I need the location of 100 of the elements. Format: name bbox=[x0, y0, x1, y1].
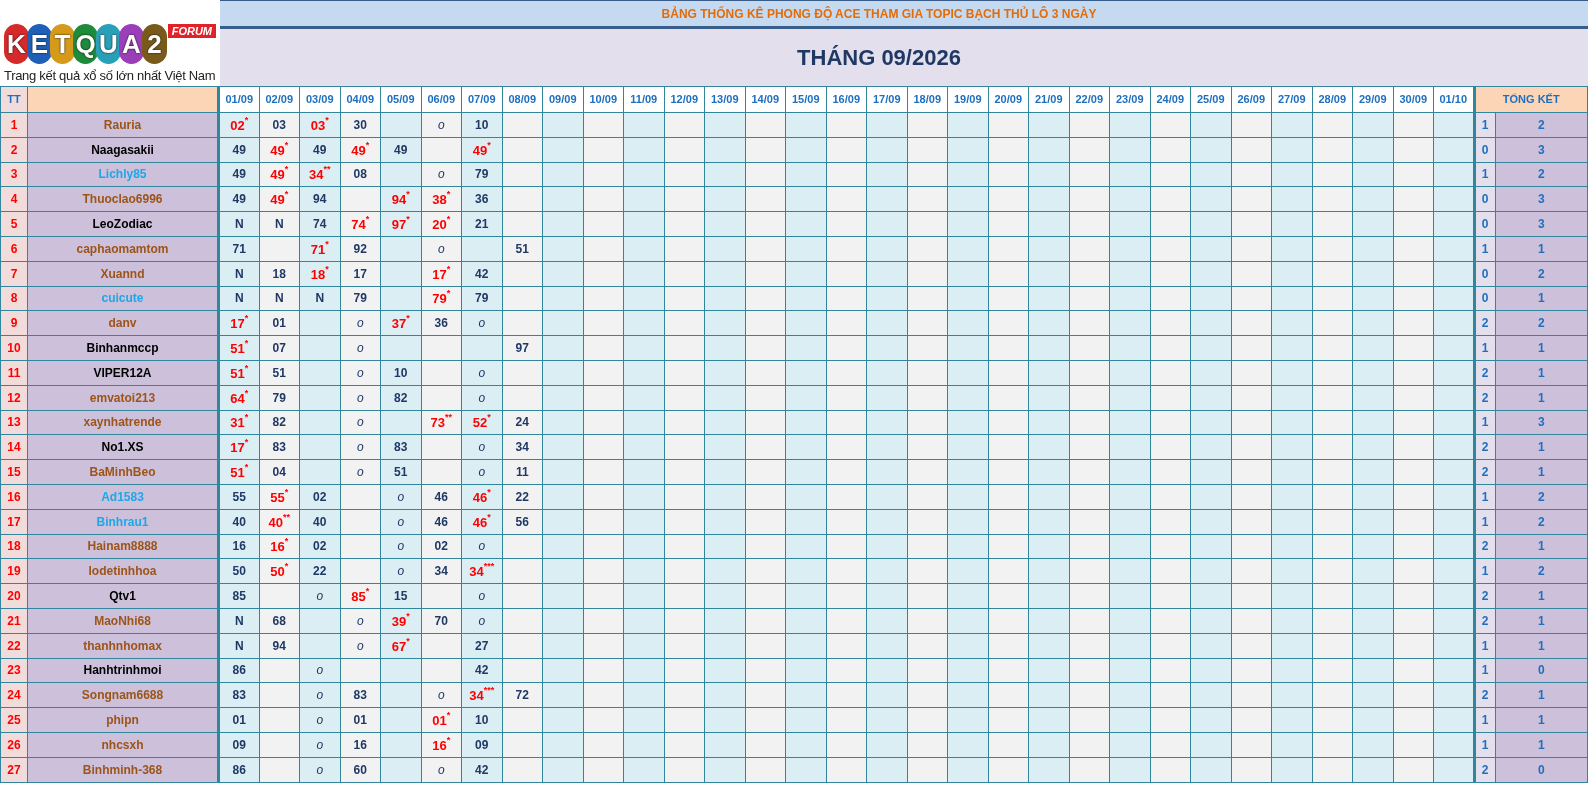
summary-cell: 0 bbox=[1474, 211, 1495, 237]
column-header: 02/09 bbox=[259, 86, 300, 113]
column-header: 18/09 bbox=[907, 86, 948, 113]
player-name: Qtv1 bbox=[27, 583, 219, 609]
summary-cell: 2 bbox=[1495, 162, 1588, 187]
summary-cell: 1 bbox=[1474, 236, 1495, 262]
summary-cell: 3 bbox=[1495, 410, 1588, 435]
summary-cell: 1 bbox=[1474, 707, 1495, 733]
column-header: 30/09 bbox=[1393, 86, 1434, 113]
player-name: VIPER12A bbox=[27, 360, 219, 386]
summary-cell: 2 bbox=[1495, 310, 1588, 336]
summary-cell: 2 bbox=[1474, 385, 1495, 411]
column-header: 28/09 bbox=[1312, 86, 1353, 113]
column-header: 20/09 bbox=[988, 86, 1029, 113]
column-header: 03/09 bbox=[299, 86, 340, 113]
player-name: Lichly85 bbox=[27, 162, 219, 187]
row-number: 24 bbox=[0, 682, 28, 708]
row-number: 22 bbox=[0, 633, 28, 659]
logo: K E T QU A 2 bbox=[4, 24, 165, 64]
column-header: 10/09 bbox=[583, 86, 624, 113]
summary-cell: 1 bbox=[1495, 459, 1588, 485]
summary-cell: 1 bbox=[1495, 534, 1588, 559]
summary-cell: 1 bbox=[1495, 682, 1588, 708]
player-name: xaynhatrende bbox=[27, 410, 219, 435]
summary-cell: 2 bbox=[1474, 459, 1495, 485]
row-number: 6 bbox=[0, 236, 28, 262]
summary-cell: 1 bbox=[1495, 707, 1588, 733]
summary-cell: 1 bbox=[1474, 732, 1495, 758]
row-number: 3 bbox=[0, 162, 28, 187]
summary-cell: 2 bbox=[1474, 583, 1495, 609]
row-number: 5 bbox=[0, 211, 28, 237]
summary-cell: 0 bbox=[1474, 137, 1495, 163]
row-number: 17 bbox=[0, 509, 28, 535]
player-name: Binhrau1 bbox=[27, 509, 219, 535]
row-number: 12 bbox=[0, 385, 28, 411]
player-name: Binhminh-368 bbox=[27, 757, 219, 782]
summary-cell: 1 bbox=[1474, 633, 1495, 659]
column-header: 29/09 bbox=[1352, 86, 1393, 113]
player-name: Rauria bbox=[27, 112, 219, 138]
summary-cell: 1 bbox=[1495, 583, 1588, 609]
column-header: TỔNG KẾT bbox=[1474, 86, 1588, 113]
summary-cell: 2 bbox=[1495, 112, 1588, 138]
row-number: 10 bbox=[0, 335, 28, 361]
column-header: 27/09 bbox=[1271, 86, 1312, 113]
row-number: 27 bbox=[0, 757, 28, 782]
row-number: 14 bbox=[0, 434, 28, 460]
row-number: 2 bbox=[0, 137, 28, 163]
row-number: 9 bbox=[0, 310, 28, 336]
column-header: 24/09 bbox=[1150, 86, 1191, 113]
summary-cell: 1 bbox=[1474, 335, 1495, 361]
column-header: 01/10 bbox=[1433, 86, 1474, 113]
summary-cell: 1 bbox=[1495, 236, 1588, 262]
player-name: BaMinhBeo bbox=[27, 459, 219, 485]
column-header: 17/09 bbox=[866, 86, 907, 113]
player-name: cuicute bbox=[27, 286, 219, 311]
summary-cell: 3 bbox=[1495, 211, 1588, 237]
forum-badge: FORUM bbox=[167, 24, 216, 38]
player-name: Songnam6688 bbox=[27, 682, 219, 708]
summary-cell: 1 bbox=[1495, 434, 1588, 460]
column-header: 14/09 bbox=[745, 86, 786, 113]
column-header: TT bbox=[0, 86, 28, 113]
column-header: 22/09 bbox=[1069, 86, 1110, 113]
summary-cell: 3 bbox=[1495, 186, 1588, 212]
summary-cell: 1 bbox=[1474, 658, 1495, 683]
column-header: 09/09 bbox=[542, 86, 583, 113]
summary-cell: 2 bbox=[1474, 310, 1495, 336]
summary-cell: 0 bbox=[1495, 757, 1588, 782]
column-header: 26/09 bbox=[1231, 86, 1272, 113]
summary-cell: 0 bbox=[1474, 261, 1495, 287]
month-heading: THÁNG 09/2026 bbox=[220, 29, 1588, 86]
row-number: 16 bbox=[0, 484, 28, 510]
title-banner: BẢNG THỐNG KÊ PHONG ĐỘ ACE THAM GIA TOPIC BẠCH THỦ LÔ 3 NGÀY bbox=[220, 1, 1588, 29]
player-name: Naagasakii bbox=[27, 137, 219, 163]
column-header: 25/09 bbox=[1190, 86, 1231, 113]
column-header: 15/09 bbox=[785, 86, 826, 113]
summary-cell: 1 bbox=[1474, 410, 1495, 435]
column-header: 12/09 bbox=[664, 86, 705, 113]
summary-cell: 1 bbox=[1495, 732, 1588, 758]
tagline: Trang kết quả xổ số lớn nhất Việt Nam bbox=[4, 68, 216, 84]
column-header: 05/09 bbox=[380, 86, 421, 113]
summary-cell: 2 bbox=[1474, 757, 1495, 782]
summary-cell: 2 bbox=[1474, 608, 1495, 634]
player-name: Hainam8888 bbox=[27, 534, 219, 559]
row-number: 15 bbox=[0, 459, 28, 485]
column-header: 01/09 bbox=[218, 86, 259, 113]
row-number: 21 bbox=[0, 608, 28, 634]
summary-cell: 0 bbox=[1495, 658, 1588, 683]
player-name: danv bbox=[27, 310, 219, 336]
row-number: 4 bbox=[0, 186, 28, 212]
summary-cell: 3 bbox=[1495, 137, 1588, 163]
player-name: Binhanmccp bbox=[27, 335, 219, 361]
summary-cell: 2 bbox=[1495, 261, 1588, 287]
summary-cell: 1 bbox=[1495, 633, 1588, 659]
player-name: phipn bbox=[27, 707, 219, 733]
summary-cell: 2 bbox=[1495, 484, 1588, 510]
summary-cell: 1 bbox=[1474, 112, 1495, 138]
column-header: 08/09 bbox=[502, 86, 543, 113]
player-name: thanhnhomax bbox=[27, 633, 219, 659]
summary-cell: 1 bbox=[1495, 335, 1588, 361]
summary-cell: 2 bbox=[1474, 682, 1495, 708]
